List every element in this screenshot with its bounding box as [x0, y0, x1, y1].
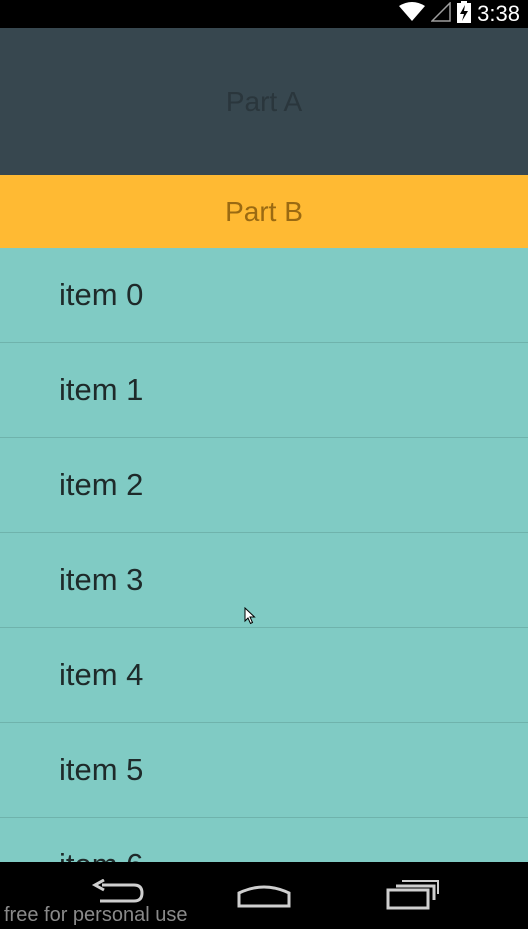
recents-icon: [386, 878, 440, 915]
list-item-label: item 4: [59, 657, 144, 692]
list-item[interactable]: item 6: [0, 818, 528, 862]
list-item[interactable]: item 3: [0, 533, 528, 628]
watermark-text: free for personal use: [4, 904, 188, 926]
mouse-pointer-icon: [244, 606, 256, 630]
list-item[interactable]: item 1: [0, 343, 528, 438]
list-item[interactable]: item 5: [0, 723, 528, 818]
part-b-header: Part B: [0, 175, 528, 248]
list-item[interactable]: item 4: [0, 628, 528, 723]
list-item-label: item 1: [59, 372, 144, 407]
list-item-label: item 0: [59, 277, 144, 312]
item-list[interactable]: item 0 item 1 item 2 item 3 item 4 item …: [0, 248, 528, 862]
status-bar: 3:38: [0, 0, 528, 28]
battery-charging-icon: [457, 0, 472, 28]
device-screen: 3:38 Part A Part B item 0 item 1 item 2 …: [0, 0, 528, 929]
part-a-label: Part A: [225, 85, 303, 117]
part-b-label: Part B: [225, 195, 303, 227]
status-time: 3:38: [477, 1, 520, 26]
list-item[interactable]: item 2: [0, 438, 528, 533]
part-a-header: Part A: [0, 28, 528, 175]
list-item[interactable]: item 0: [0, 248, 528, 343]
recents-button[interactable]: [378, 876, 448, 916]
list-item-label: item 3: [59, 562, 144, 597]
home-button[interactable]: [229, 876, 299, 916]
home-icon: [236, 879, 292, 914]
list-item-label: item 6: [59, 847, 143, 862]
list-item-label: item 5: [59, 752, 144, 787]
status-icons: 3:38: [399, 0, 520, 28]
wifi-icon: [399, 1, 426, 27]
signal-icon: [430, 0, 451, 27]
list-item-label: item 2: [59, 467, 144, 502]
